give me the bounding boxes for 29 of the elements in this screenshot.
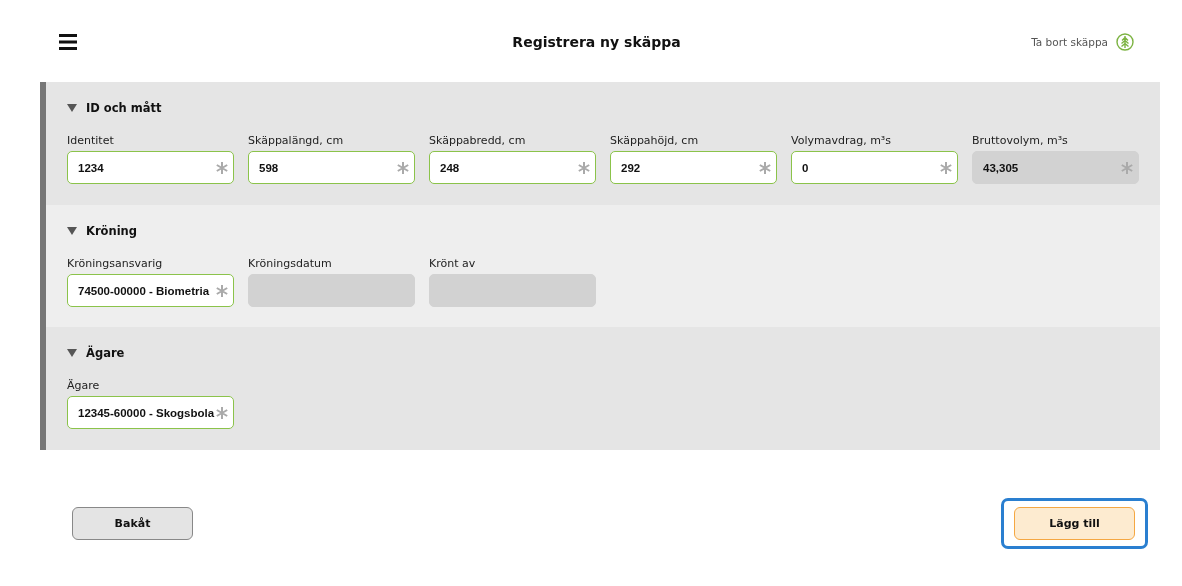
section-title[interactable]: ID och mått: [86, 101, 162, 115]
page-title: Registrera ny skäppa: [512, 34, 681, 50]
field-label: Identitet: [67, 134, 115, 147]
back-button[interactable]: Bakåt: [72, 507, 193, 540]
field-label: Kröningsdatum: [248, 257, 333, 270]
input-field[interactable]: 598: [248, 151, 415, 184]
field-label: Volymavdrag, m³s: [791, 134, 892, 147]
collapse-icon[interactable]: [67, 104, 77, 112]
input-field[interactable]: 0: [791, 151, 958, 184]
section-title[interactable]: Ägare: [86, 346, 125, 360]
menu-icon[interactable]: [59, 34, 77, 50]
input-field[interactable]: 12345-60000 - Skogsbola: [67, 396, 234, 429]
input-field[interactable]: 292: [610, 151, 777, 184]
field-label: Ägare: [67, 379, 101, 392]
field-label: Skäppahöjd, cm: [610, 134, 700, 147]
field-label: Skäppabredd, cm: [429, 134, 527, 147]
collapse-icon[interactable]: [67, 227, 77, 235]
input-field[interactable]: 74500-00000 - Biometria: [67, 274, 234, 307]
field-label: Kröningsansvarig: [67, 257, 164, 270]
field-label: Skäppalängd, cm: [248, 134, 345, 147]
section-title[interactable]: Kröning: [86, 224, 138, 238]
add-button[interactable]: Lägg till: [1014, 507, 1135, 540]
field-label: Krönt av: [429, 257, 477, 270]
collapse-icon[interactable]: [67, 349, 77, 357]
input-field[interactable]: 248: [429, 151, 596, 184]
field-label: Bruttovolym, m³s: [972, 134, 1069, 147]
delete-link[interactable]: Ta bort skäppa: [1031, 36, 1108, 48]
input-field[interactable]: 1234: [67, 151, 234, 184]
tree-icon: [1116, 33, 1134, 51]
